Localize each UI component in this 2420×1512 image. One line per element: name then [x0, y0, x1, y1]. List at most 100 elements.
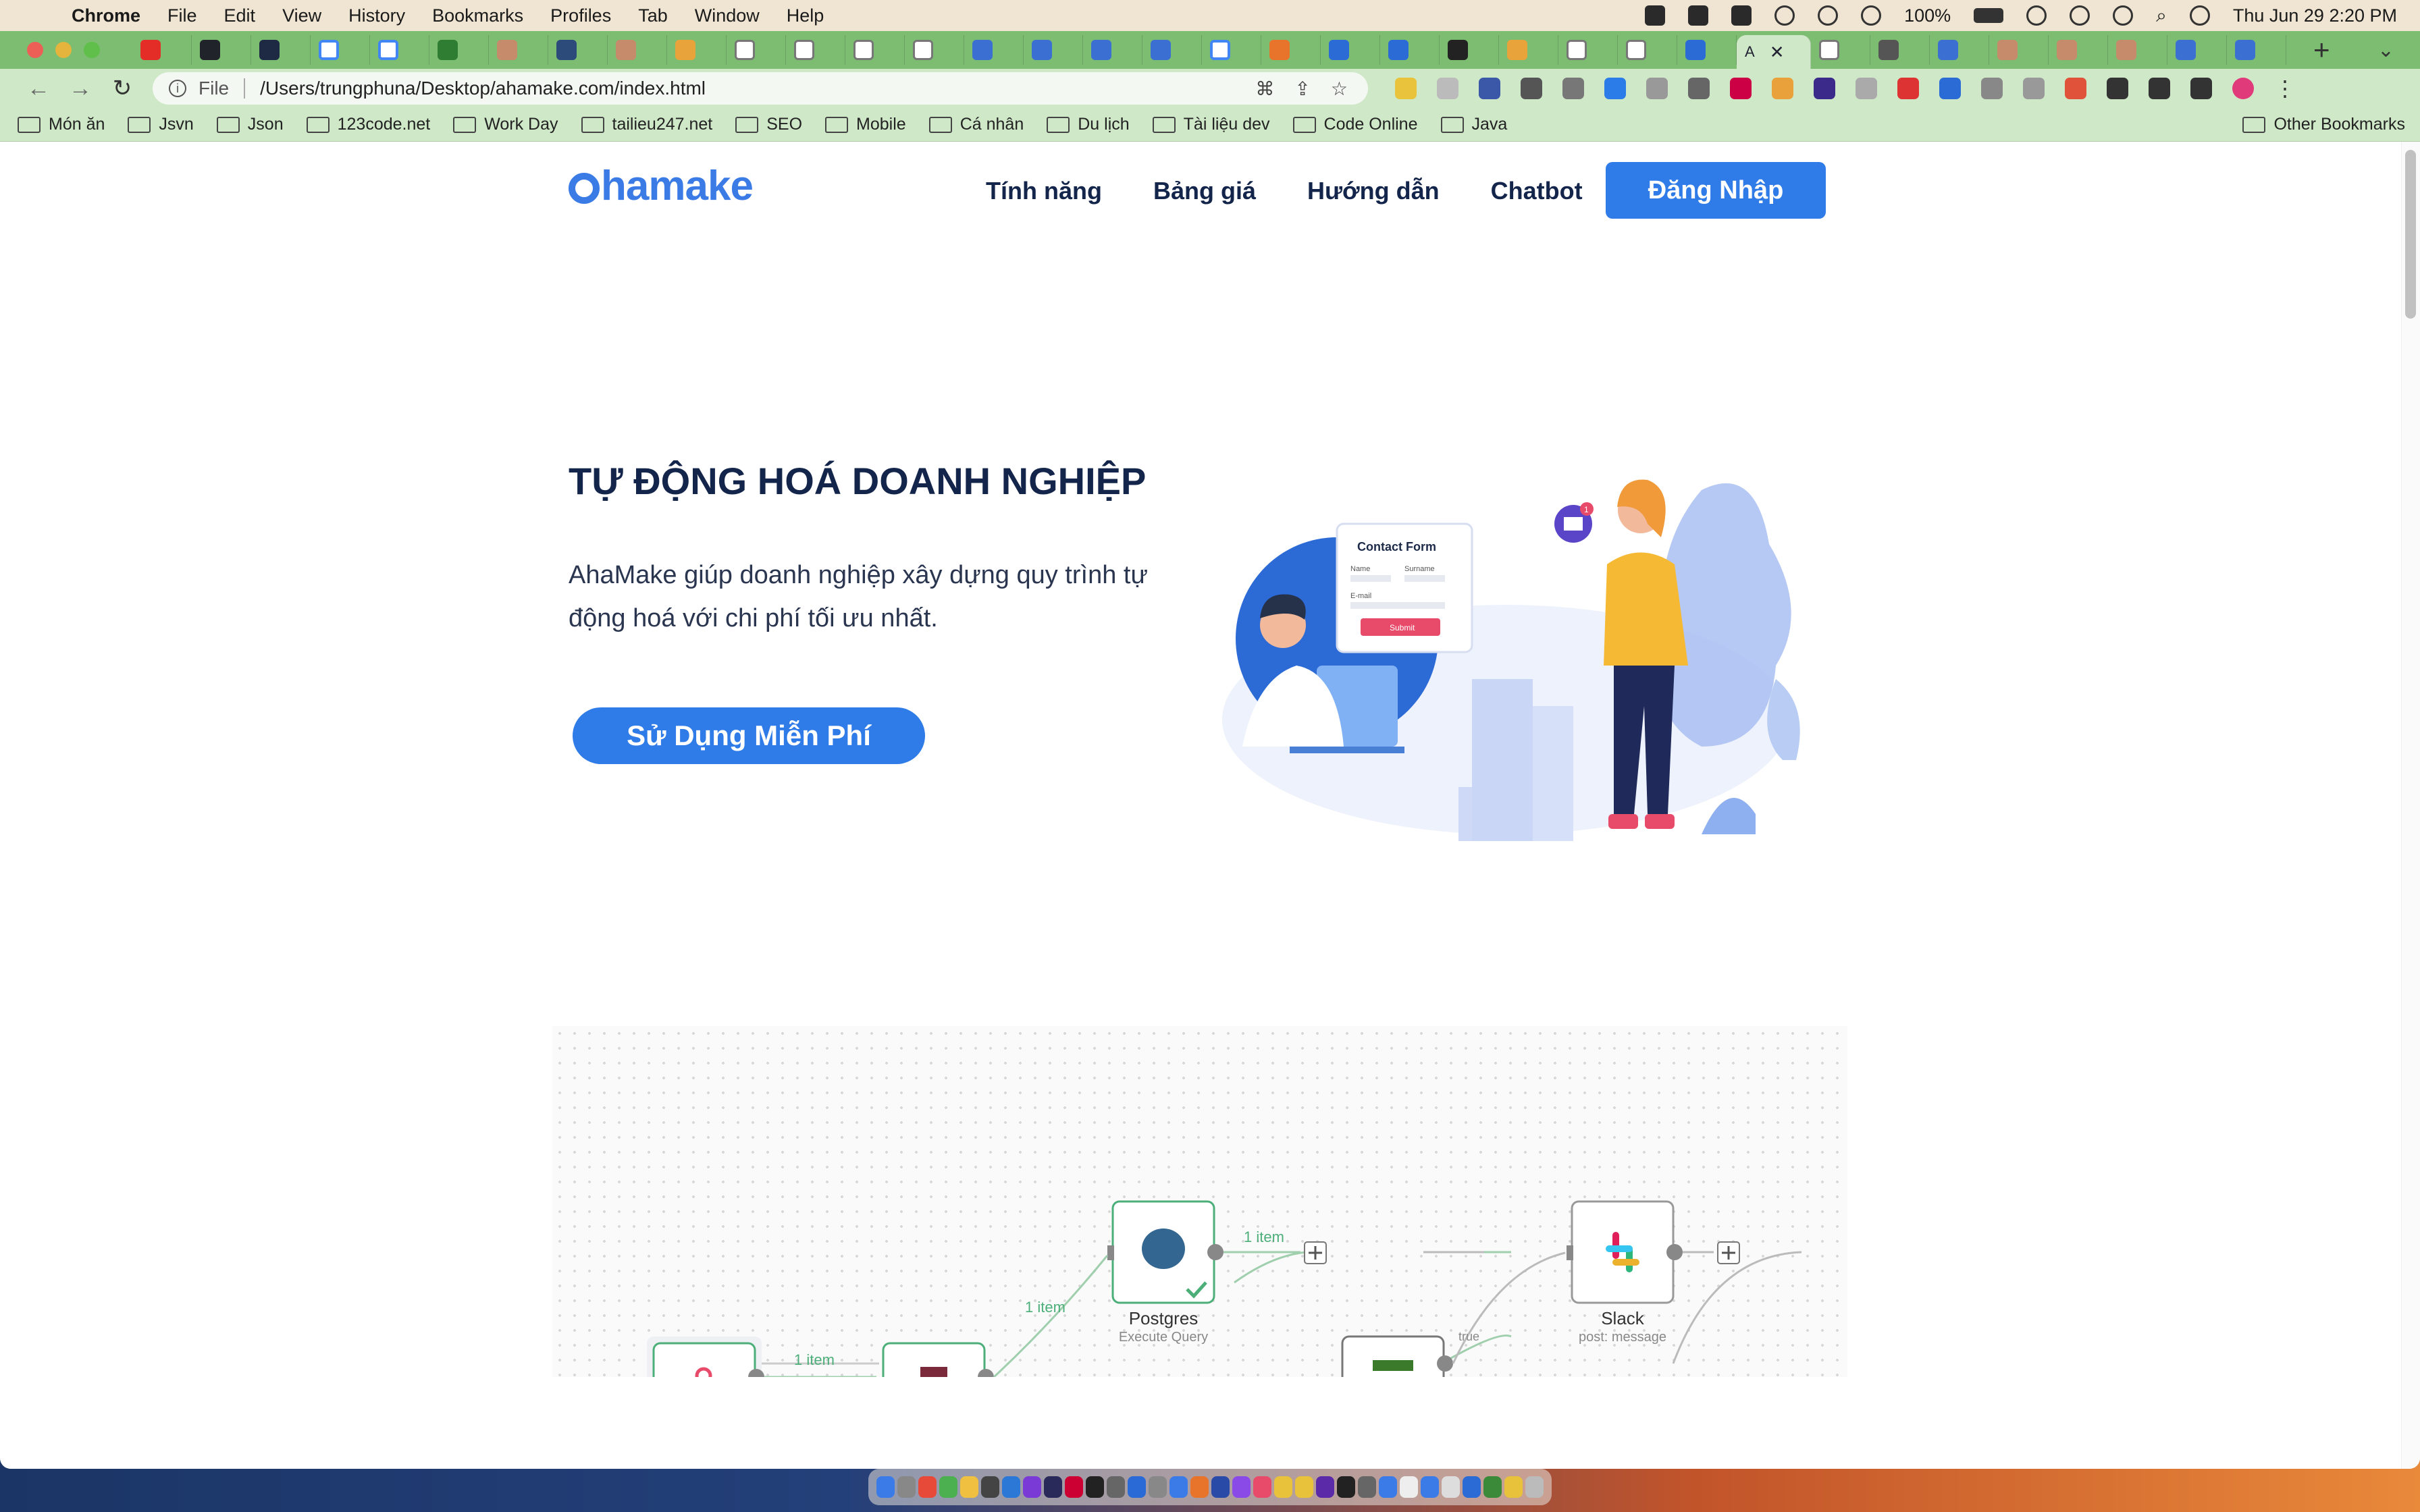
app-icon[interactable]	[1211, 1476, 1230, 1498]
menu-app-chrome[interactable]: Chrome	[72, 5, 140, 26]
extension-icon[interactable]	[2065, 78, 2086, 99]
browser-tab[interactable]	[311, 35, 370, 65]
app-icon[interactable]	[1274, 1476, 1292, 1498]
app-icon[interactable]	[1149, 1476, 1167, 1498]
browser-tab[interactable]	[727, 35, 786, 65]
extension-icon[interactable]	[2023, 78, 2045, 99]
menu-view[interactable]: View	[282, 5, 321, 26]
browser-tab[interactable]	[1142, 35, 1202, 65]
menu-file[interactable]: File	[167, 5, 197, 26]
browser-tab[interactable]	[608, 35, 667, 65]
browser-tab[interactable]	[429, 35, 489, 65]
vscode-icon[interactable]	[1002, 1476, 1020, 1498]
app-icon[interactable]	[981, 1476, 999, 1498]
search-icon[interactable]: ⌕	[2156, 5, 2167, 27]
status-app-icon[interactable]	[1818, 5, 1839, 26]
browser-tab[interactable]	[905, 35, 964, 65]
extension-icon[interactable]	[2107, 78, 2128, 99]
app-icon[interactable]	[1421, 1476, 1439, 1498]
chrome-dock-icon[interactable]	[939, 1476, 957, 1498]
browser-tab[interactable]	[370, 35, 429, 65]
menu-kebab-icon[interactable]: ⋮	[2274, 76, 2296, 101]
browser-tab[interactable]	[1202, 35, 1261, 65]
browser-tab[interactable]	[1083, 35, 1142, 65]
menu-edit[interactable]: Edit	[224, 5, 256, 26]
other-bookmarks-folder[interactable]: Other Bookmarks	[2242, 115, 2405, 134]
app-icon[interactable]	[1169, 1476, 1188, 1498]
extension-icon[interactable]	[1856, 78, 1877, 99]
info-icon[interactable]: i	[169, 80, 186, 97]
browser-tab[interactable]	[489, 35, 548, 65]
browser-tab[interactable]	[1930, 35, 1989, 65]
app-icon[interactable]	[1128, 1476, 1146, 1498]
workflow-node-if[interactable]	[1341, 1335, 1453, 1377]
nav-link-chatbot[interactable]: Chatbot	[1491, 177, 1583, 205]
extension-icon[interactable]	[1604, 78, 1626, 99]
bookmark-folder[interactable]: Mobile	[825, 115, 906, 134]
bookmark-folder[interactable]: Json	[216, 115, 284, 134]
extension-icon[interactable]	[1730, 78, 1752, 99]
extension-icon[interactable]	[1521, 78, 1542, 99]
user-icon[interactable]	[2113, 5, 2134, 26]
workflow-add-button[interactable]	[1717, 1241, 1740, 1264]
browser-tab[interactable]	[845, 35, 905, 65]
browser-tab[interactable]	[1440, 35, 1499, 65]
minimize-window-button[interactable]	[55, 42, 72, 58]
bookmark-folder[interactable]: tailieu247.net	[581, 115, 712, 134]
play-icon[interactable]	[1861, 5, 1882, 26]
excel-icon[interactable]	[1483, 1476, 1502, 1498]
extension-icon[interactable]	[1437, 78, 1458, 99]
share-icon[interactable]: ⇪	[1294, 78, 1310, 100]
zoom-window-button[interactable]	[84, 42, 100, 58]
login-button[interactable]: Đăng Nhập	[1606, 162, 1826, 219]
app-icon[interactable]	[1065, 1476, 1083, 1498]
app-icon[interactable]	[1107, 1476, 1125, 1498]
bookmark-folder[interactable]: Code Online	[1292, 115, 1418, 134]
new-tab-button[interactable]: +	[2313, 34, 2330, 66]
page-scrollbar[interactable]	[2401, 142, 2420, 1469]
browser-tab[interactable]	[2167, 35, 2227, 65]
timer-icon[interactable]	[1688, 78, 1710, 99]
menu-history[interactable]: History	[348, 5, 405, 26]
bookmark-folder[interactable]: SEO	[735, 115, 802, 134]
browser-tab[interactable]	[1677, 35, 1737, 65]
extension-icon[interactable]	[1814, 78, 1835, 99]
bookmark-folder[interactable]: Jsvn	[128, 115, 194, 134]
finder-icon[interactable]	[876, 1476, 895, 1498]
notes-icon[interactable]	[960, 1476, 978, 1498]
close-window-button[interactable]	[27, 42, 43, 58]
nav-link-features[interactable]: Tính năng	[986, 177, 1102, 205]
browser-tab[interactable]	[786, 35, 845, 65]
workflow-node-set[interactable]	[882, 1342, 994, 1377]
browser-tab[interactable]	[1870, 35, 1930, 65]
extension-icon[interactable]	[1939, 78, 1961, 99]
browser-tab[interactable]	[1811, 35, 1870, 65]
wifi-icon[interactable]	[2070, 5, 2090, 26]
extension-icon[interactable]	[1479, 78, 1500, 99]
launchpad-icon[interactable]	[897, 1476, 916, 1498]
ahamake-logo[interactable]: hamake	[569, 162, 754, 210]
status-app-icon[interactable]	[1688, 5, 1709, 26]
app-icon[interactable]	[1337, 1476, 1355, 1498]
camera-icon[interactable]	[1646, 78, 1668, 99]
terminal-icon[interactable]	[1086, 1476, 1104, 1498]
status-app-icon[interactable]	[1731, 5, 1752, 26]
status-app-icon[interactable]	[1645, 5, 1666, 26]
messenger-icon[interactable]	[1232, 1476, 1251, 1498]
app-icon[interactable]	[1295, 1476, 1313, 1498]
address-text[interactable]: /Users/trungphuna/Desktop/ahamake.com/in…	[260, 78, 706, 99]
bookmark-star-icon[interactable]: ☆	[1331, 78, 1348, 100]
menu-help[interactable]: Help	[787, 5, 824, 26]
workflow-node-postgres[interactable]	[1107, 1200, 1224, 1304]
extension-icon[interactable]	[1772, 78, 1793, 99]
browser-tab[interactable]	[251, 35, 311, 65]
app-icon[interactable]	[1023, 1476, 1041, 1498]
menu-profiles[interactable]: Profiles	[550, 5, 611, 26]
reload-button[interactable]: ↻	[101, 75, 143, 102]
bookmark-folder[interactable]: Work Day	[453, 115, 558, 134]
browser-tab[interactable]	[964, 35, 1024, 65]
trash-icon[interactable]	[1525, 1476, 1544, 1498]
address-bar[interactable]: i File /Users/trungphuna/Desktop/ahamake…	[153, 72, 1368, 105]
app-icon[interactable]	[1190, 1476, 1209, 1498]
app-icon[interactable]	[1400, 1476, 1418, 1498]
